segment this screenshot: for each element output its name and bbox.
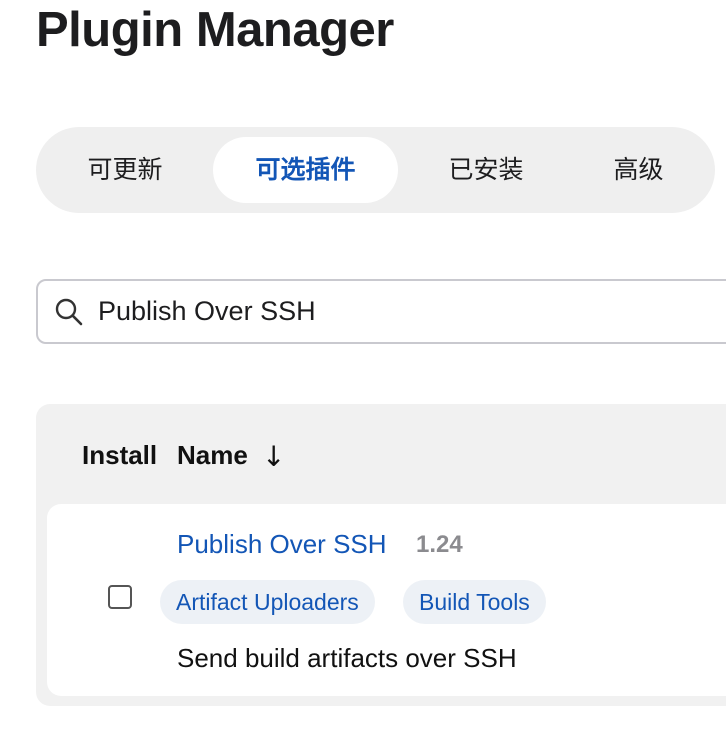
page-title: Plugin Manager — [36, 3, 394, 57]
search-box — [36, 279, 726, 344]
tag-artifact-uploaders[interactable]: Artifact Uploaders — [160, 580, 375, 624]
column-header-install: Install — [82, 440, 158, 470]
tab-updates[interactable]: 可更新 — [56, 137, 194, 203]
plugin-version: 1.24 — [416, 531, 463, 558]
tab-available-plugins[interactable]: 可选插件 — [213, 137, 398, 203]
tab-advanced[interactable]: 高级 — [576, 137, 701, 203]
install-checkbox[interactable] — [108, 585, 132, 609]
tag-build-tools[interactable]: Build Tools — [403, 580, 546, 624]
search-icon — [55, 298, 83, 326]
table-row: Publish Over SSH 1.24 Artifact Uploaders… — [47, 504, 726, 696]
plugin-name-link[interactable]: Publish Over SSH — [177, 529, 387, 560]
search-input[interactable] — [98, 289, 726, 333]
sort-descending-icon[interactable]: ↓ — [262, 440, 285, 473]
tab-installed[interactable]: 已安装 — [416, 137, 556, 203]
plugin-table: Install Name ↓ Publish Over SSH 1.24 Art… — [36, 404, 726, 706]
plugin-description: Send build artifacts over SSH — [177, 643, 517, 673]
tab-bar: 可更新 可选插件 已安装 高级 — [36, 127, 715, 213]
column-header-name[interactable]: Name — [177, 440, 248, 471]
